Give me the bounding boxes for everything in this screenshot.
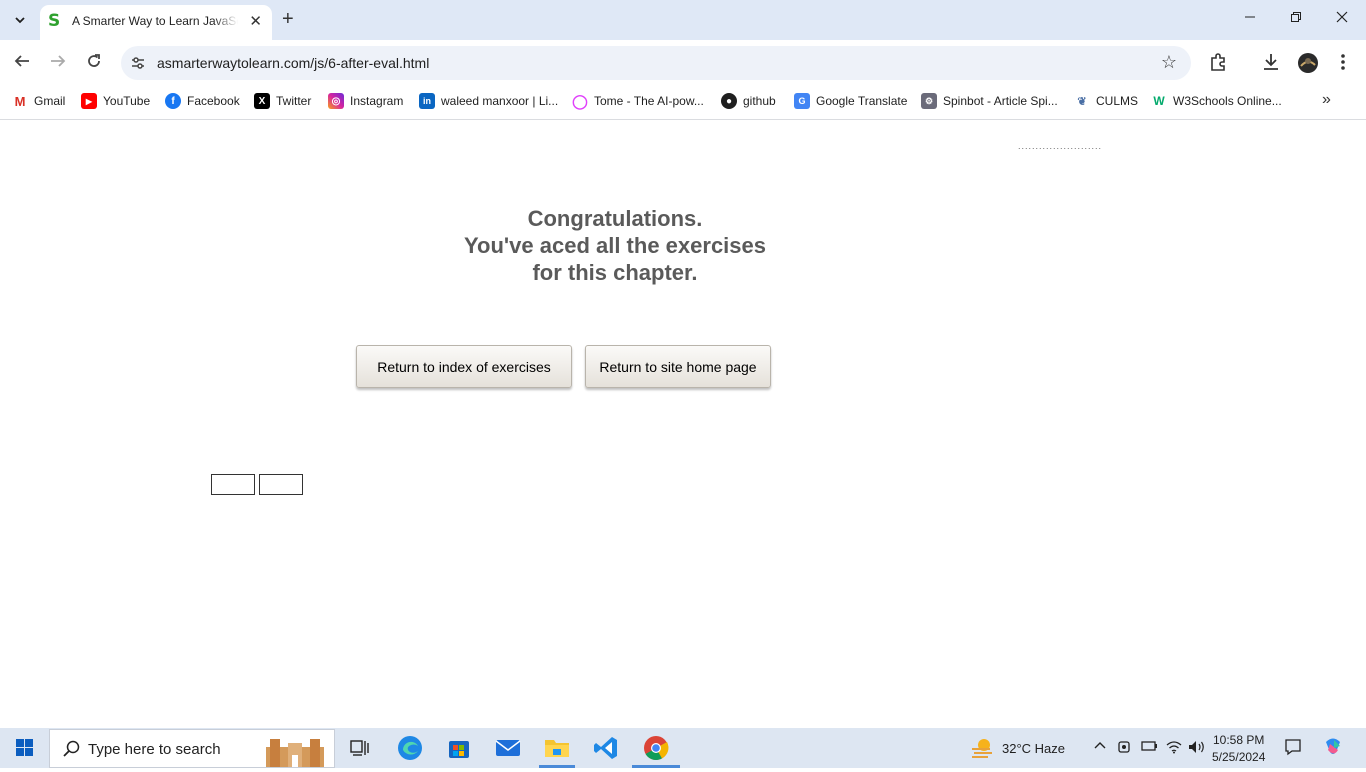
bookmark-label: Facebook: [187, 94, 240, 108]
tab-title: A Smarter Way to Learn JavaScript: [72, 14, 238, 28]
bookmark-github[interactable]: ● github: [721, 92, 776, 110]
clock-time: 10:58 PM: [1213, 733, 1265, 747]
windows-start-icon[interactable]: [16, 739, 33, 756]
weather-haze-icon[interactable]: [970, 736, 994, 765]
congrats-line-1: Congratulations.: [527, 206, 703, 231]
battery-icon[interactable]: [1140, 740, 1158, 755]
task-view-icon[interactable]: [346, 734, 374, 762]
copilot-icon[interactable]: [1322, 736, 1344, 761]
return-to-index-button[interactable]: Return to index of exercises: [356, 345, 572, 388]
bookmark-culms[interactable]: ❦ CULMS: [1074, 92, 1138, 110]
google-translate-icon: G: [794, 93, 810, 109]
bookmark-label: Twitter: [276, 94, 312, 108]
wifi-icon[interactable]: [1166, 740, 1182, 757]
weather-text[interactable]: 32°C Haze: [1002, 741, 1065, 756]
bookmark-label: waleed manxoor | Li...: [441, 94, 559, 108]
address-bar[interactable]: asmarterwaytolearn.com/js/6-after-eval.h…: [121, 46, 1191, 80]
download-icon[interactable]: [1261, 52, 1281, 77]
tab-strip: S A Smarter Way to Learn JavaScript ✕ +: [0, 0, 1366, 40]
bookmark-label: Google Translate: [816, 94, 908, 108]
github-icon: ●: [721, 93, 737, 109]
search-icon: [62, 739, 82, 759]
bookmark-instagram[interactable]: ◎ Instagram: [328, 92, 403, 110]
bookmark-label: W3Schools Online...: [1173, 94, 1282, 108]
system-clock[interactable]: 10:58 PM 5/25/2024: [1212, 732, 1265, 766]
site-info-icon[interactable]: [129, 54, 147, 72]
youtube-icon: ▶: [81, 93, 97, 109]
dotted-decoration: ........................: [1018, 141, 1103, 151]
bookmark-gmail[interactable]: M Gmail: [12, 92, 65, 110]
bookmarks-overflow-icon[interactable]: »: [1322, 91, 1331, 109]
facebook-icon: f: [165, 93, 181, 109]
bookmark-label: Instagram: [350, 94, 404, 108]
bookmark-label: CULMS: [1096, 94, 1139, 108]
bookmark-twitter[interactable]: X Twitter: [254, 92, 311, 110]
taskbar-search[interactable]: Type here to search: [49, 729, 335, 768]
tab-search-chevron-icon[interactable]: [7, 7, 33, 33]
bookmark-tome[interactable]: ◯ Tome - The AI-pow...: [572, 92, 704, 110]
bookmark-linkedin[interactable]: in waleed manxoor | Li...: [419, 92, 558, 110]
congrats-line-2: You've aced all the exercises: [464, 233, 766, 258]
w3schools-icon: W: [1151, 93, 1167, 109]
mail-icon[interactable]: [494, 734, 522, 762]
bookmark-spinbot[interactable]: ⚙ Spinbot - Article Spi...: [921, 92, 1058, 110]
bookmark-google-translate[interactable]: G Google Translate: [794, 92, 907, 110]
close-window-icon[interactable]: [1336, 10, 1348, 27]
clock-date: 5/25/2024: [1212, 750, 1266, 764]
file-explorer-icon[interactable]: [543, 734, 571, 762]
search-placeholder: Type here to search: [88, 741, 221, 758]
bookmark-facebook[interactable]: f Facebook: [165, 92, 240, 110]
linkedin-icon: in: [419, 93, 435, 109]
restore-icon[interactable]: [1290, 10, 1302, 27]
gmail-icon: M: [12, 93, 28, 109]
search-highlight-art-icon: [264, 733, 326, 767]
bookmark-label: YouTube: [103, 94, 151, 108]
empty-box-left: [211, 474, 255, 495]
more-menu-icon[interactable]: [1338, 52, 1348, 77]
bookmark-youtube[interactable]: ▶ YouTube: [81, 92, 150, 110]
forward-icon[interactable]: [49, 52, 67, 75]
back-icon[interactable]: [13, 52, 31, 75]
new-tab-icon[interactable]: +: [282, 8, 294, 31]
extensions-icon[interactable]: [1208, 52, 1228, 77]
x-twitter-icon: X: [254, 93, 270, 109]
reload-icon[interactable]: [85, 52, 103, 75]
url-text[interactable]: asmarterwaytolearn.com/js/6-after-eval.h…: [157, 55, 429, 71]
show-hidden-icons-chevron-icon[interactable]: [1094, 740, 1106, 755]
edge-browser-icon[interactable]: [396, 734, 424, 762]
bookmark-star-icon[interactable]: ☆: [1161, 52, 1177, 73]
bookmark-label: Gmail: [34, 94, 66, 108]
bookmark-label: Spinbot - Article Spi...: [943, 94, 1058, 108]
notification-center-icon[interactable]: [1284, 738, 1302, 759]
return-to-home-button[interactable]: Return to site home page: [585, 345, 771, 388]
instagram-icon: ◎: [328, 93, 344, 109]
profile-avatar-icon[interactable]: [1297, 52, 1319, 79]
culms-icon: ❦: [1074, 93, 1090, 109]
meet-now-icon[interactable]: [1118, 740, 1132, 757]
bookmark-w3schools[interactable]: W W3Schools Online...: [1151, 92, 1282, 110]
site-favicon-icon: S: [48, 11, 61, 31]
tome-icon: ◯: [572, 92, 588, 109]
empty-box-right: [259, 474, 303, 495]
spinbot-icon: ⚙: [921, 93, 937, 109]
bookmark-label: github: [743, 94, 776, 108]
vscode-icon[interactable]: [592, 734, 620, 762]
congrats-message: Congratulations. You've aced all the exe…: [415, 205, 815, 286]
active-tab[interactable]: S A Smarter Way to Learn JavaScript ✕: [40, 5, 272, 40]
microsoft-store-icon[interactable]: [445, 734, 473, 762]
congrats-line-3: for this chapter.: [532, 260, 698, 285]
tab-close-icon[interactable]: ✕: [249, 12, 262, 30]
minimize-icon[interactable]: [1244, 10, 1256, 27]
chrome-icon[interactable]: [642, 734, 670, 762]
volume-icon[interactable]: [1188, 740, 1206, 757]
bookmark-label: Tome - The AI-pow...: [594, 94, 704, 108]
